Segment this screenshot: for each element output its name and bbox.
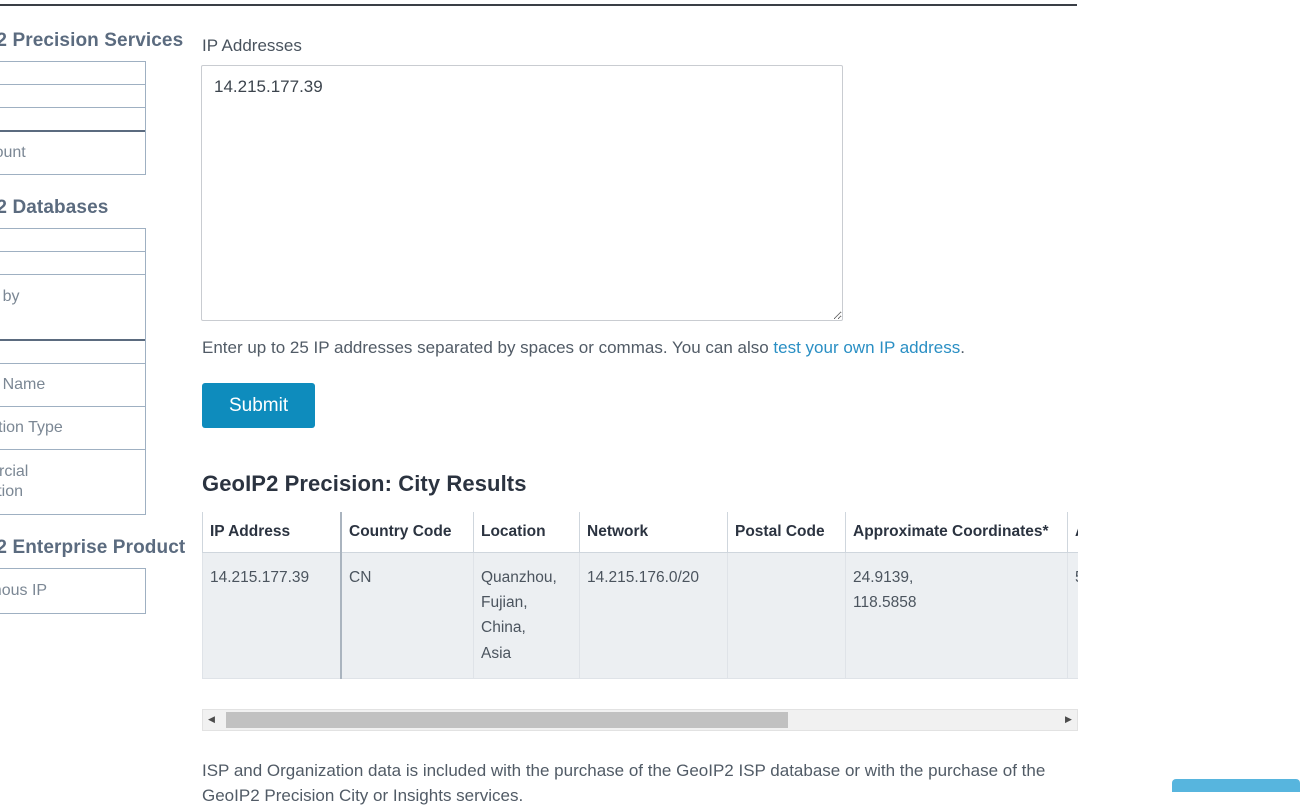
chat-widget-launcher[interactable] bbox=[1172, 779, 1300, 792]
header-divider bbox=[0, 4, 1077, 6]
cell-approximate-coordinates: 24.9139, 118.5858 bbox=[845, 552, 1068, 679]
submit-button[interactable]: Submit bbox=[202, 383, 316, 429]
table-header-row: IP Address Country Code Location Network… bbox=[202, 512, 1078, 554]
results-table-body: 14.215.177.39 CN Quanzhou, Fujian, China… bbox=[202, 552, 1078, 679]
sidebar-list-enterprise: Anonymous IP bbox=[0, 568, 146, 614]
scrollbar-thumb[interactable] bbox=[226, 711, 788, 728]
ip-addresses-input[interactable] bbox=[201, 65, 843, 322]
sidebar-item-choose-by-product[interactable]: Choose by Product bbox=[0, 275, 145, 341]
column-header-ip-address[interactable]: IP Address bbox=[202, 512, 342, 554]
hint-text-before: Enter up to 25 IP addresses separated by… bbox=[202, 338, 774, 358]
column-header-accuracy-radius[interactable]: Accuracy Radius bbox=[1067, 512, 1078, 554]
cell-network: 14.215.176.0/20 bbox=[579, 552, 728, 679]
sidebar-item-commercial-distribution[interactable]: Commercial Distribution bbox=[0, 450, 145, 515]
sidebar-item-db-4[interactable] bbox=[0, 341, 145, 364]
cell-country-code: CN bbox=[340, 552, 474, 679]
sidebar-item-db-2[interactable] bbox=[0, 252, 145, 275]
sidebar-heading-databases: GeoIP2 Databases bbox=[0, 197, 109, 218]
cell-postal-code bbox=[727, 552, 846, 679]
column-header-location[interactable]: Location bbox=[473, 512, 580, 554]
sidebar-heading-precision-services: GeoIP2 Precision Services bbox=[0, 30, 184, 51]
sidebar-heading-enterprise-product: GeoIP2 Enterprise Product bbox=[0, 537, 186, 558]
cell-accuracy-radius: 500 bbox=[1067, 552, 1078, 679]
column-header-postal-code[interactable]: Postal Code bbox=[727, 512, 846, 554]
sidebar-item-service-3[interactable] bbox=[0, 108, 145, 132]
main-content: IP Addresses Enter up to 25 IP addresses… bbox=[201, 36, 1201, 809]
results-heading: GeoIP2 Precision: City Results bbox=[202, 471, 527, 497]
sidebar-item-connection-type[interactable]: Connection Type bbox=[0, 407, 145, 450]
sidebar-item-anonymous-ip[interactable]: Anonymous IP bbox=[0, 569, 145, 614]
cell-ip-address: 14.215.177.39 bbox=[202, 552, 342, 679]
scroll-right-arrow-icon[interactable]: ▶ bbox=[1060, 709, 1077, 730]
cell-location: Quanzhou, Fujian, China, Asia bbox=[473, 552, 580, 679]
results-table-horizontal-scrollbar[interactable]: ◀ ▶ bbox=[202, 708, 1078, 731]
ip-addresses-label: IP Addresses bbox=[202, 36, 302, 55]
sidebar-item-domain-name[interactable]: Domain Name bbox=[0, 364, 145, 407]
page-root: GeoIP2 Precision Services My Account Geo… bbox=[0, 0, 1307, 805]
sidebar: GeoIP2 Precision Services My Account Geo… bbox=[0, 30, 186, 614]
column-header-network[interactable]: Network bbox=[579, 512, 728, 554]
ip-input-hint: Enter up to 25 IP addresses separated by… bbox=[202, 335, 1028, 361]
results-table-head: IP Address Country Code Location Network… bbox=[202, 512, 1078, 554]
isp-data-footnote: ISP and Organization data is included wi… bbox=[202, 760, 1046, 806]
sidebar-list-databases: Choose by Product Domain Name Connection… bbox=[0, 228, 146, 515]
test-your-own-ip-link[interactable]: test your own IP address bbox=[773, 338, 960, 357]
sidebar-list-services: My Account bbox=[0, 61, 146, 175]
sidebar-item-service-2[interactable] bbox=[0, 85, 145, 108]
results-table: IP Address Country Code Location Network… bbox=[202, 512, 1078, 679]
results-table-viewport: IP Address Country Code Location Network… bbox=[202, 512, 1078, 679]
column-header-approximate-coordinates[interactable]: Approximate Coordinates* bbox=[845, 512, 1068, 554]
hint-text-after: . bbox=[960, 338, 965, 358]
sidebar-item-service-1[interactable] bbox=[0, 62, 145, 85]
sidebar-item-my-account[interactable]: My Account bbox=[0, 132, 145, 175]
table-row: 14.215.177.39 CN Quanzhou, Fujian, China… bbox=[202, 552, 1078, 679]
column-header-country-code[interactable]: Country Code bbox=[340, 512, 474, 554]
scroll-left-arrow-icon[interactable]: ◀ bbox=[203, 709, 220, 730]
sidebar-item-db-1[interactable] bbox=[0, 229, 145, 252]
